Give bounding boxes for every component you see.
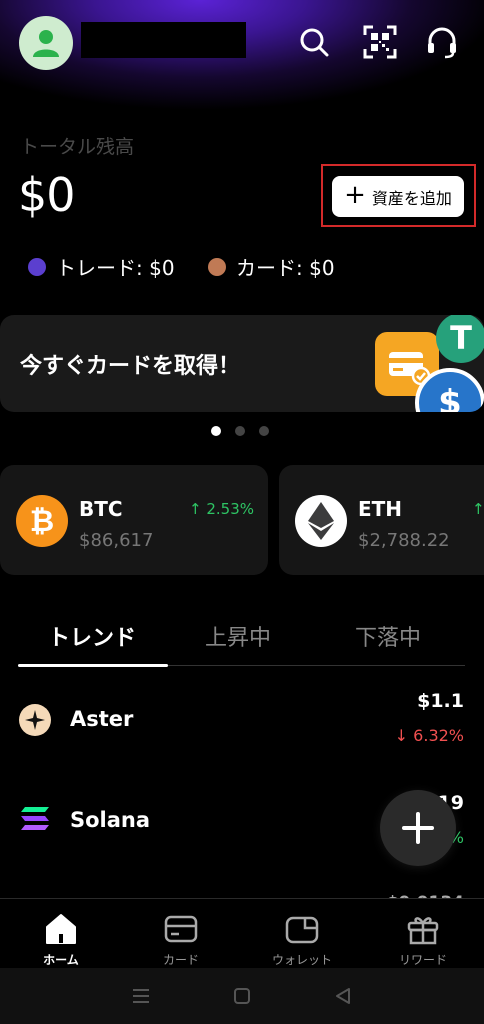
coin-price: $1.1 <box>417 690 464 712</box>
ticker-price: $86,617 <box>79 530 154 551</box>
ticker-card-btc[interactable]: ₿ <box>0 465 268 575</box>
ticker-symbol: BTC <box>79 497 123 521</box>
qr-scan-button[interactable] <box>360 22 400 62</box>
qr-scan-icon <box>363 25 397 59</box>
search-icon <box>300 28 329 57</box>
total-balance-label: トータル残高 <box>20 136 135 158</box>
carousel-dot[interactable] <box>235 426 245 436</box>
arrow-down-icon: ↓ <box>394 726 414 745</box>
home-button-icon[interactable] <box>232 986 252 1006</box>
carousel-indicator <box>211 426 269 436</box>
header-glow <box>0 0 484 130</box>
solana-icon <box>19 805 51 837</box>
trade-dot-icon <box>28 257 46 276</box>
coin-name: Solana <box>70 808 151 832</box>
headset-icon <box>428 27 456 59</box>
user-icon <box>33 30 59 57</box>
plus-icon: + <box>344 180 366 210</box>
nav-label: カード <box>162 953 199 967</box>
nav-wallet[interactable]: ウォレット <box>262 899 342 969</box>
arrow-up-icon: ↑ <box>189 500 202 518</box>
coin-change: ↓ 6.32% <box>394 726 464 745</box>
recent-apps-icon[interactable] <box>131 987 151 1005</box>
nav-label: ウォレット <box>271 953 332 967</box>
back-icon[interactable] <box>333 986 353 1006</box>
carousel-dot[interactable] <box>259 426 269 436</box>
support-button[interactable] <box>422 22 462 62</box>
tab-rising[interactable]: 上昇中 <box>205 620 271 652</box>
card-balance-label: カード: $0 <box>236 256 335 280</box>
card-dot-icon <box>208 257 226 276</box>
banner-title: 今すぐカードを取得！ <box>20 354 241 379</box>
card-icon <box>163 911 199 947</box>
trade-balance: トレード: $0 <box>28 252 175 281</box>
arrow-up-icon: ↑ <box>472 500 484 518</box>
plus-icon <box>402 812 434 844</box>
redacted-username <box>81 22 246 58</box>
tab-trend[interactable]: トレンド <box>48 620 136 652</box>
coin-name: Aster <box>70 707 134 731</box>
trade-balance-label: トレード: $0 <box>56 256 175 280</box>
total-balance-value: $0 <box>18 168 76 222</box>
tab-falling[interactable]: 下落中 <box>355 620 421 652</box>
tether-coin-icon: T <box>436 315 484 363</box>
add-asset-button[interactable]: + 資産を追加 <box>332 176 464 217</box>
get-card-banner[interactable]: 今すぐカードを取得！ T $ <box>0 315 484 412</box>
card-balance: カード: $0 <box>208 252 335 281</box>
system-nav-bar <box>0 968 484 1024</box>
aster-icon <box>19 704 51 736</box>
ticker-price: $2,788.22 <box>358 530 450 551</box>
tab-active-indicator <box>18 664 168 667</box>
avatar[interactable] <box>19 16 73 70</box>
ethereum-icon <box>295 495 347 547</box>
nav-card[interactable]: カード <box>141 899 221 969</box>
nav-label: リワード <box>398 953 447 967</box>
ticker-change: ↑ 2.53% <box>189 500 255 518</box>
carousel-dot[interactable] <box>211 426 221 436</box>
bitcoin-icon: ₿ <box>16 495 68 547</box>
add-fab-button[interactable] <box>380 790 456 866</box>
app-screen: トータル残高 $0 + 資産を追加 トレード: $0 カード: $0 今すぐカー… <box>0 0 484 1024</box>
ticker-symbol: ETH <box>358 497 403 521</box>
nav-label: ホーム <box>43 953 79 967</box>
wallet-icon <box>284 911 320 947</box>
nav-rewards[interactable]: リワード <box>383 899 463 969</box>
add-asset-label: 資産を追加 <box>371 188 452 208</box>
nav-home[interactable]: ホーム <box>21 899 101 969</box>
bottom-nav: ホーム カード ウォレット リワード <box>0 898 484 968</box>
search-button[interactable] <box>294 22 334 62</box>
gift-icon <box>405 911 441 947</box>
home-icon <box>43 911 79 947</box>
